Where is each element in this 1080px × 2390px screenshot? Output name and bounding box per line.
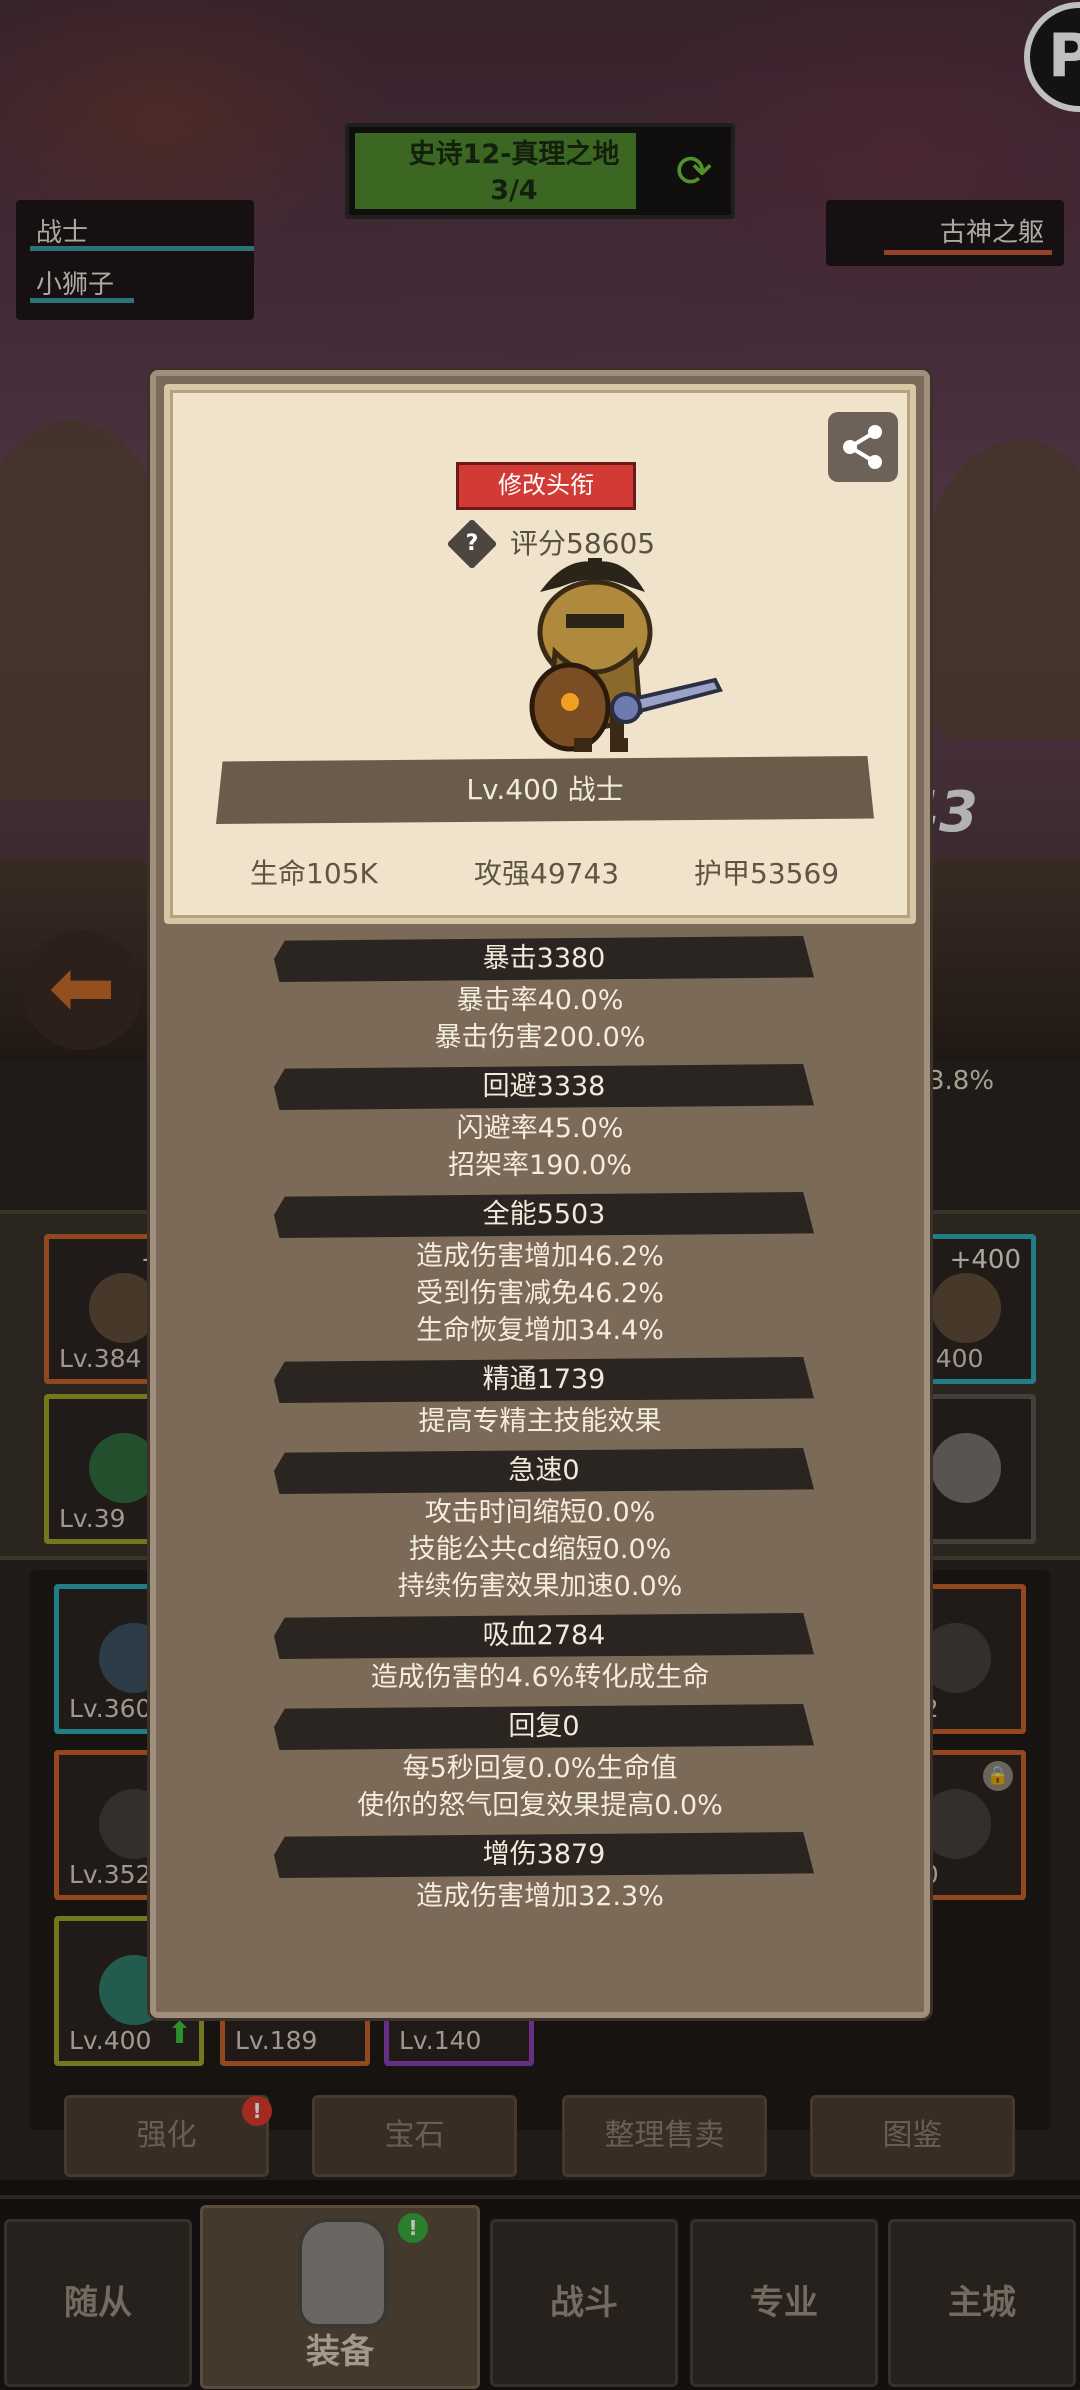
stat-detail-line: 受到伤害减免46.2%: [416, 1278, 664, 1309]
stat-detail-line: 暴击率40.0%: [456, 985, 624, 1016]
stat-detail-line: 提高专精主技能效果: [418, 1406, 662, 1437]
stat-group-header: 急速0: [274, 1448, 814, 1494]
stat-detail-line: 技能公共cd缩短0.0%: [408, 1534, 672, 1565]
stat-detail-line: 每5秒回复0.0%生命值: [402, 1753, 678, 1784]
stat-detail-line: 造成伤害的4.6%转化成生命: [370, 1662, 710, 1693]
stat-detail-line: 攻击时间缩短0.0%: [424, 1497, 656, 1528]
character-stats-modal: 修改头衔 ? 评分58605 Lv.400 战士 生命105K 攻强49743 …: [150, 370, 930, 2018]
stat-detail-line: 闪避率45.0%: [456, 1113, 624, 1144]
stat-detail-line: 使你的怒气回复效果提高0.0%: [357, 1790, 723, 1821]
stat-detail-line: 招架率190.0%: [448, 1150, 632, 1181]
stat-group-header: 吸血2784: [274, 1613, 814, 1659]
stat-detail-line: 持续伤害效果加速0.0%: [397, 1571, 683, 1602]
stat-detail-line: 暴击伤害200.0%: [434, 1022, 646, 1053]
warrior-character-image: [529, 558, 723, 752]
stat-detail-line: 造成伤害增加46.2%: [416, 1241, 664, 1272]
stat-detail-line: 生命恢复增加34.4%: [416, 1315, 664, 1346]
stat-group-header: 增伤3879: [274, 1832, 814, 1878]
share-icon[interactable]: [828, 412, 898, 482]
stat-armor: 护甲53569: [694, 857, 840, 890]
stat-health: 生命105K: [250, 857, 378, 890]
stat-attack-power: 攻强49743: [474, 857, 620, 890]
stat-group-header: 回复0: [274, 1704, 814, 1750]
stat-group-header: 回避3338: [274, 1064, 814, 1110]
edit-title-button[interactable]: 修改头衔: [456, 462, 636, 510]
stat-group-header: 暴击3380: [274, 936, 814, 982]
character-name: Lv.400 战士: [216, 756, 874, 824]
stat-group-header: 全能5503: [274, 1192, 814, 1238]
character-card: 修改头衔 ? 评分58605 Lv.400 战士 生命105K 攻强49743 …: [164, 384, 916, 924]
stat-group-header: 精通1739: [274, 1357, 814, 1403]
stat-detail-line: 造成伤害增加32.3%: [416, 1881, 664, 1912]
